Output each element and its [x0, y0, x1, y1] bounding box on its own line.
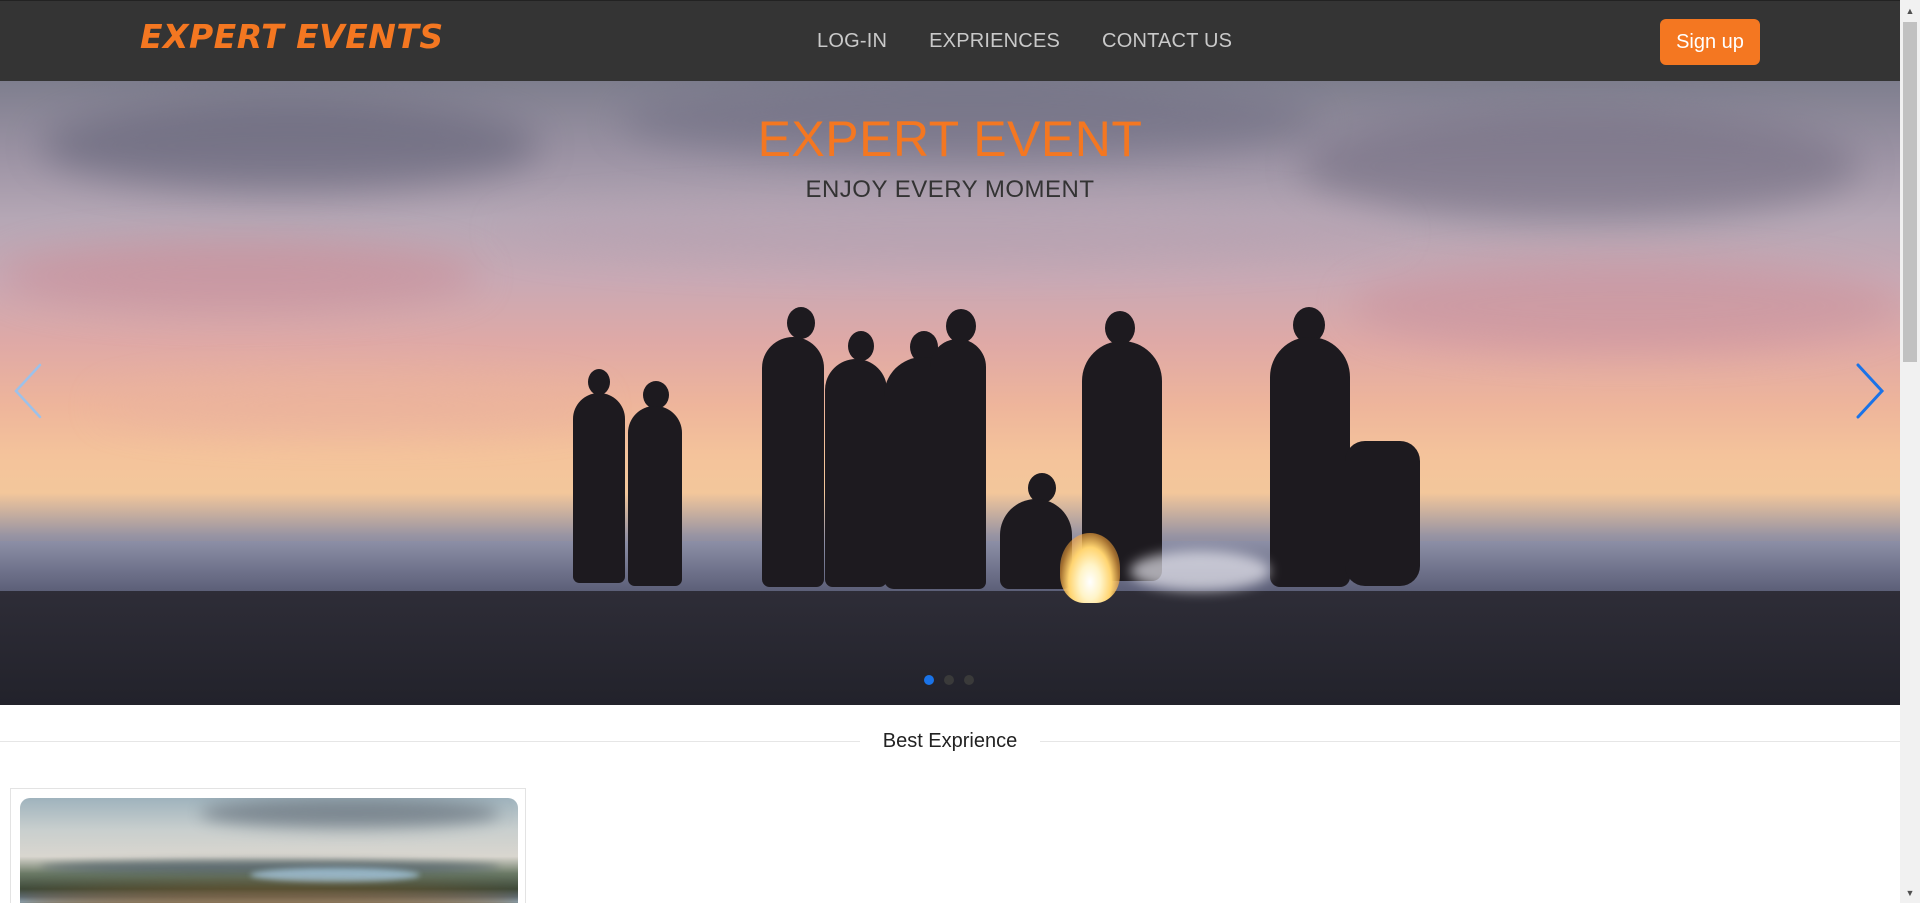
navbar: EXPERT EVENTS LOG-IN EXPRIENCES CONTACT …: [0, 0, 1900, 81]
chevron-left-icon: [14, 363, 42, 419]
chevron-right-icon: [1856, 363, 1885, 419]
brand-logo[interactable]: EXPERT EVENTS: [140, 17, 444, 56]
experience-card[interactable]: [10, 788, 526, 903]
scrollbar-thumb[interactable]: [1903, 22, 1917, 362]
sign-up-button[interactable]: Sign up: [1660, 19, 1760, 65]
nav-link-log-in[interactable]: LOG-IN: [817, 30, 887, 53]
hero-title: EXPERT EVENT: [757, 111, 1143, 167]
nav-link-experiences[interactable]: EXPRIENCES: [929, 30, 1060, 53]
carousel-prev-button[interactable]: [10, 361, 50, 421]
hero-subtitle: ENJOY EVERY MOMENT: [805, 176, 1095, 203]
carousel-indicator-3[interactable]: [964, 675, 974, 685]
section-title: Best Exprience: [882, 730, 1018, 752]
experience-card-image: [20, 798, 518, 903]
carousel-indicators: [924, 675, 974, 685]
scroll-up-arrow-icon[interactable]: ▲: [1900, 2, 1920, 19]
carousel-indicator-2[interactable]: [944, 675, 954, 685]
hero-carousel: EXPERT EVENT ENJOY EVERY MOMENT: [0, 81, 1900, 705]
page-scrollbar[interactable]: ▲ ▼: [1900, 0, 1920, 903]
scroll-down-arrow-icon[interactable]: ▼: [1900, 884, 1920, 901]
carousel-next-button[interactable]: [1850, 361, 1890, 421]
section-header: Best Exprience: [0, 705, 1900, 775]
nav-links: LOG-IN EXPRIENCES CONTACT US: [817, 30, 1274, 53]
page: EXPERT EVENTS LOG-IN EXPRIENCES CONTACT …: [0, 0, 1920, 903]
carousel-indicator-1[interactable]: [924, 675, 934, 685]
nav-link-contact-us[interactable]: CONTACT US: [1102, 30, 1232, 53]
